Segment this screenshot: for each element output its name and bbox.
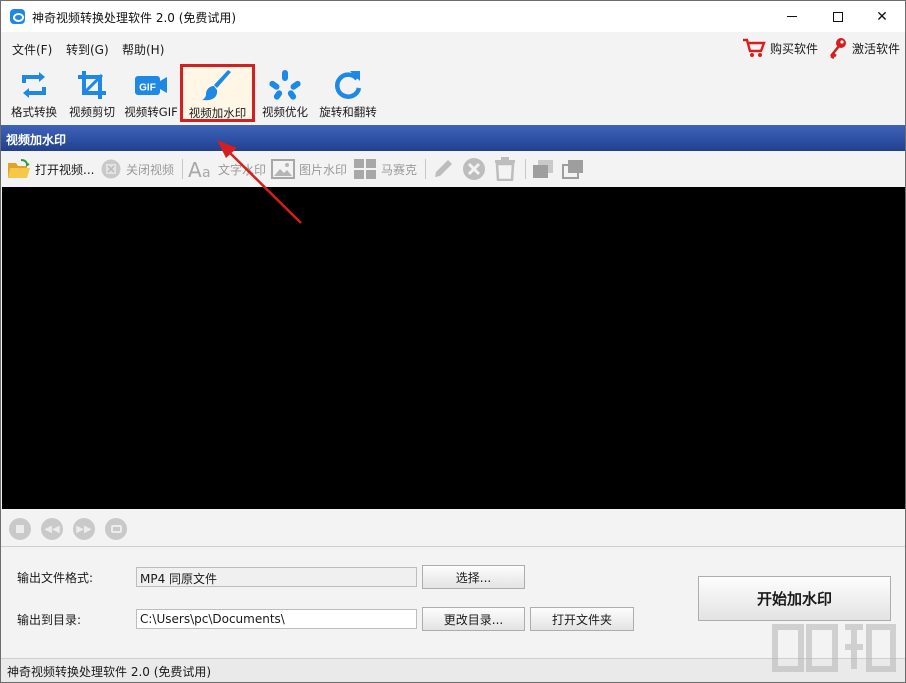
tool-label: 旋转和翻转 xyxy=(319,105,377,119)
tool-video-watermark[interactable]: 视频加水印 xyxy=(180,64,255,122)
close-video-icon xyxy=(101,159,121,179)
tool-video-optimize[interactable]: 视频优化 xyxy=(258,66,312,122)
close-video-button[interactable]: 关闭视频 xyxy=(100,157,174,181)
maximize-button[interactable] xyxy=(815,1,861,32)
app-logo-icon xyxy=(10,9,25,24)
status-text: 神奇视频转换处理软件 2.0 (免费试用) xyxy=(7,665,212,679)
tool-format-convert[interactable]: 格式转换 xyxy=(7,66,61,122)
minimize-button[interactable] xyxy=(769,1,815,32)
menu-help[interactable]: 帮助(H) xyxy=(122,41,164,58)
tool-label: 视频剪切 xyxy=(69,105,115,119)
menu-file[interactable]: 文件(F) xyxy=(12,41,52,58)
open-folder-button[interactable]: 打开文件夹 xyxy=(530,607,634,631)
trash-icon xyxy=(495,157,515,181)
convert-icon xyxy=(22,72,46,98)
text-icon: A a xyxy=(188,158,211,180)
section-header: 视频加水印 xyxy=(1,125,905,151)
key-icon xyxy=(829,38,846,59)
open-video-label: 打开视频... xyxy=(35,162,95,177)
forward-button[interactable]: ▶▶ xyxy=(73,518,95,540)
cart-icon xyxy=(743,38,766,57)
window-title: 神奇视频转换处理软件 2.0 (免费试用) xyxy=(32,11,237,25)
mosaic-button[interactable]: 马赛克 xyxy=(353,157,417,181)
bring-front-icon xyxy=(533,160,553,178)
rewind-icon: ◀◀ xyxy=(44,523,60,535)
output-format-label: 输出文件格式: xyxy=(17,571,94,585)
section-title: 视频加水印 xyxy=(6,133,67,147)
output-dir-field[interactable]: C:\Users\pc\Documents\ xyxy=(136,609,417,629)
text-watermark-label: 文字水印 xyxy=(218,162,267,177)
close-button[interactable]: ✕ xyxy=(859,1,905,32)
image-icon xyxy=(271,159,295,179)
clear-all-button[interactable] xyxy=(494,157,516,181)
toolbar-separator xyxy=(425,159,426,179)
svg-text:a: a xyxy=(202,165,211,180)
output-dir-label: 输出到目录: xyxy=(17,613,82,627)
buy-software-link[interactable]: 购买软件 xyxy=(742,37,818,59)
menu-bar: 文件(F) 转到(G) 帮助(H) 购买软件 激活软件 xyxy=(1,32,905,64)
camera-icon xyxy=(110,525,122,533)
remove-watermark-button[interactable] xyxy=(462,157,486,181)
edit-watermark-button[interactable] xyxy=(432,157,454,181)
app-window: 神奇视频转换处理软件 2.0 (免费试用) ✕ 文件(F) 转到(G) 帮助(H… xyxy=(0,0,906,683)
status-bar: 神奇视频转换处理软件 2.0 (免费试用) xyxy=(1,658,905,682)
svg-text:GIF: GIF xyxy=(139,83,156,94)
folder-open-icon xyxy=(8,159,30,178)
video-preview[interactable] xyxy=(2,187,905,509)
pencil-icon xyxy=(435,160,452,177)
mosaic-label: 马赛克 xyxy=(381,162,418,177)
send-back-icon xyxy=(562,160,583,179)
tool-video-cut[interactable]: 视频剪切 xyxy=(65,66,119,122)
title-bar: 神奇视频转换处理软件 2.0 (免费试用) ✕ xyxy=(1,1,905,32)
menu-goto[interactable]: 转到(G) xyxy=(66,41,109,58)
toolbar-separator xyxy=(182,159,183,179)
mosaic-icon xyxy=(354,159,376,179)
send-back-button[interactable] xyxy=(562,157,584,181)
edit-toolbar: 打开视频... 关闭视频 A a 文字水印 图片水印 马赛克 xyxy=(1,151,905,187)
main-toolbar: 格式转换 视频剪切 GIF 视频转GIF 视频加水印 视频优化 旋转和翻转 xyxy=(1,64,905,124)
output-panel: 输出文件格式: MP4 同原文件 选择... 输出到目录: C:\Users\p… xyxy=(1,548,905,658)
start-watermark-button[interactable]: 开始加水印 xyxy=(698,576,891,621)
open-video-button[interactable]: 打开视频... xyxy=(7,157,94,181)
tool-label: 格式转换 xyxy=(11,105,57,119)
player-controls: ◀◀ ▶▶ xyxy=(1,509,905,547)
tool-video-to-gif[interactable]: GIF 视频转GIF xyxy=(122,66,180,122)
gif-icon: GIF xyxy=(135,76,167,95)
change-dir-button[interactable]: 更改目录... xyxy=(422,607,525,631)
stop-button[interactable] xyxy=(9,518,31,540)
select-format-button[interactable]: 选择... xyxy=(422,565,525,589)
stop-icon xyxy=(16,525,24,533)
forward-icon: ▶▶ xyxy=(76,523,92,535)
rotate-icon xyxy=(335,71,362,99)
delete-circle-icon xyxy=(463,158,485,180)
tool-label: 视频加水印 xyxy=(188,106,247,120)
maximize-icon xyxy=(833,11,843,22)
tool-label: 视频转GIF xyxy=(124,105,178,119)
close-icon: ✕ xyxy=(876,8,888,25)
crop-icon xyxy=(78,71,106,99)
svg-text:A: A xyxy=(188,158,202,180)
tool-label: 视频优化 xyxy=(262,105,308,119)
tool-rotate-flip[interactable]: 旋转和翻转 xyxy=(315,66,381,122)
close-video-label: 关闭视频 xyxy=(126,162,175,177)
image-watermark-button[interactable]: 图片水印 xyxy=(271,157,347,181)
output-format-field: MP4 同原文件 xyxy=(136,567,417,587)
activate-software-label: 激活软件 xyxy=(852,41,901,56)
optimize-icon xyxy=(269,70,301,100)
snapshot-button[interactable] xyxy=(105,518,127,540)
activate-software-link[interactable]: 激活软件 xyxy=(828,37,900,59)
minimize-icon xyxy=(787,16,797,17)
image-watermark-label: 图片水印 xyxy=(299,162,348,177)
brush-icon xyxy=(201,70,231,101)
text-watermark-button[interactable]: A a 文字水印 xyxy=(188,157,266,181)
bring-front-button[interactable] xyxy=(532,157,554,181)
toolbar-separator xyxy=(525,159,526,179)
rewind-button[interactable]: ◀◀ xyxy=(41,518,63,540)
buy-software-label: 购买软件 xyxy=(770,41,819,56)
